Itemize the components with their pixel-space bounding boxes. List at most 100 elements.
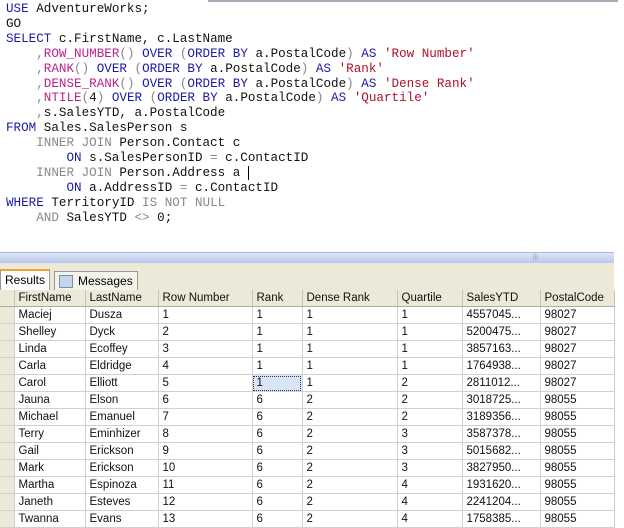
table-cell[interactable]: 3827950... xyxy=(462,459,541,477)
table-cell[interactable]: 6 xyxy=(252,442,303,460)
table-cell[interactable]: Eldridge xyxy=(85,357,159,375)
table-cell[interactable]: 1 xyxy=(397,306,463,324)
row-header[interactable] xyxy=(0,374,15,392)
table-row[interactable]: Janeth Esteves 12 6 2 4 2241204... 98055 xyxy=(0,493,615,511)
table-cell[interactable]: 6 xyxy=(252,476,303,494)
table-cell[interactable]: 98027 xyxy=(540,374,615,392)
table-cell[interactable]: 98055 xyxy=(540,408,615,426)
table-cell[interactable]: 1 xyxy=(397,323,463,341)
table-cell[interactable]: 2 xyxy=(397,391,463,409)
table-cell[interactable]: Janeth xyxy=(14,493,86,511)
table-cell[interactable]: Carla xyxy=(14,357,86,375)
table-cell[interactable]: 98055 xyxy=(540,442,615,460)
table-cell[interactable]: Ecoffey xyxy=(85,340,159,358)
table-cell[interactable]: 6 xyxy=(252,391,303,409)
table-cell[interactable]: Twanna xyxy=(14,510,86,528)
table-cell[interactable]: Maciej xyxy=(14,306,86,324)
table-cell[interactable]: 98055 xyxy=(540,391,615,409)
column-header[interactable]: PostalCode xyxy=(540,290,615,307)
row-header[interactable] xyxy=(0,425,15,443)
column-header[interactable]: Rank xyxy=(252,290,303,307)
table-cell[interactable]: 1 xyxy=(252,374,303,392)
table-cell[interactable]: 3587378... xyxy=(462,425,541,443)
table-cell[interactable]: Erickson xyxy=(85,459,159,477)
table-cell[interactable]: 4 xyxy=(158,357,253,375)
table-cell[interactable]: 3857163... xyxy=(462,340,541,358)
table-cell[interactable]: 1 xyxy=(252,357,303,375)
table-cell[interactable]: Dyck xyxy=(85,323,159,341)
table-cell[interactable]: 4 xyxy=(397,510,463,528)
table-cell[interactable]: 2 xyxy=(158,323,253,341)
table-cell[interactable]: Erickson xyxy=(85,442,159,460)
table-cell[interactable]: 1 xyxy=(397,340,463,358)
table-row[interactable]: Carla Eldridge 4 1 1 1 1764938... 98027 xyxy=(0,357,615,375)
table-cell[interactable]: 5015682... xyxy=(462,442,541,460)
column-header[interactable]: Row Number xyxy=(158,290,253,307)
table-cell[interactable]: 6 xyxy=(252,493,303,511)
table-cell[interactable]: 1764938... xyxy=(462,357,541,375)
table-cell[interactable]: 2 xyxy=(302,493,398,511)
column-header[interactable]: SalesYTD xyxy=(462,290,541,307)
table-cell[interactable]: 11 xyxy=(158,476,253,494)
table-row[interactable]: Martha Espinoza 11 6 2 4 1931620... 98055 xyxy=(0,476,615,494)
table-cell[interactable]: 1 xyxy=(302,340,398,358)
table-cell[interactable]: 1 xyxy=(158,306,253,324)
table-cell[interactable]: 3189356... xyxy=(462,408,541,426)
table-cell[interactable]: 98027 xyxy=(540,306,615,324)
table-cell[interactable]: 10 xyxy=(158,459,253,477)
table-cell[interactable]: Michael xyxy=(14,408,86,426)
table-cell[interactable]: 4557045... xyxy=(462,306,541,324)
table-cell[interactable]: Martha xyxy=(14,476,86,494)
table-cell[interactable]: 2 xyxy=(397,408,463,426)
table-cell[interactable]: 1 xyxy=(397,357,463,375)
row-header[interactable] xyxy=(0,323,15,341)
table-cell[interactable]: 2 xyxy=(302,408,398,426)
row-header[interactable] xyxy=(0,442,15,460)
table-cell[interactable]: 3 xyxy=(397,442,463,460)
results-grid[interactable]: FirstName LastName Row Number Rank Dense Ran… xyxy=(0,290,615,528)
table-cell[interactable]: Dusza xyxy=(85,306,159,324)
table-cell[interactable]: 2811012... xyxy=(462,374,541,392)
table-cell[interactable]: 3 xyxy=(158,340,253,358)
row-header[interactable] xyxy=(0,391,15,409)
table-cell[interactable]: 98027 xyxy=(540,357,615,375)
table-row[interactable]: Jauna Elson 6 6 2 2 3018725... 98055 xyxy=(0,391,615,409)
table-cell[interactable]: 5 xyxy=(158,374,253,392)
table-cell[interactable]: 6 xyxy=(252,510,303,528)
table-cell[interactable]: 98055 xyxy=(540,510,615,528)
column-header[interactable]: LastName xyxy=(85,290,159,307)
table-cell[interactable]: 1 xyxy=(302,306,398,324)
table-cell[interactable]: 9 xyxy=(158,442,253,460)
table-cell[interactable]: Elliott xyxy=(85,374,159,392)
row-header[interactable] xyxy=(0,340,15,358)
table-row[interactable]: Terry Eminhizer 8 6 2 3 3587378... 98055 xyxy=(0,425,615,443)
table-cell[interactable]: 2 xyxy=(302,476,398,494)
table-row[interactable]: Carol Elliott 5 1 1 2 2811012... 98027 xyxy=(0,374,615,392)
table-cell[interactable]: 98027 xyxy=(540,340,615,358)
table-cell[interactable]: 3 xyxy=(397,459,463,477)
table-cell[interactable]: 2 xyxy=(302,442,398,460)
row-header[interactable] xyxy=(0,493,15,511)
row-header[interactable] xyxy=(0,408,15,426)
table-cell[interactable]: Eminhizer xyxy=(85,425,159,443)
table-cell[interactable]: 13 xyxy=(158,510,253,528)
table-cell[interactable]: 8 xyxy=(158,425,253,443)
column-header[interactable]: FirstName xyxy=(14,290,86,307)
table-row[interactable]: Michael Emanuel 7 6 2 2 3189356... 98055 xyxy=(0,408,615,426)
table-cell[interactable]: 4 xyxy=(397,493,463,511)
table-cell[interactable]: Terry xyxy=(14,425,86,443)
table-cell[interactable]: 2241204... xyxy=(462,493,541,511)
tab-messages[interactable]: Messages xyxy=(54,271,138,290)
table-cell[interactable]: Gail xyxy=(14,442,86,460)
table-cell[interactable]: Mark xyxy=(14,459,86,477)
row-header[interactable] xyxy=(0,306,15,324)
row-header[interactable] xyxy=(0,476,15,494)
query-editor[interactable]: USE AdventureWorks; GO SELECT c.FirstName,… xyxy=(0,0,624,250)
table-cell[interactable]: 6 xyxy=(252,425,303,443)
table-cell[interactable]: 98055 xyxy=(540,425,615,443)
table-cell[interactable]: 2 xyxy=(302,425,398,443)
table-cell[interactable]: Shelley xyxy=(14,323,86,341)
table-row[interactable]: Gail Erickson 9 6 2 3 5015682... 98055 xyxy=(0,442,615,460)
table-cell[interactable]: Evans xyxy=(85,510,159,528)
row-header[interactable] xyxy=(0,357,15,375)
